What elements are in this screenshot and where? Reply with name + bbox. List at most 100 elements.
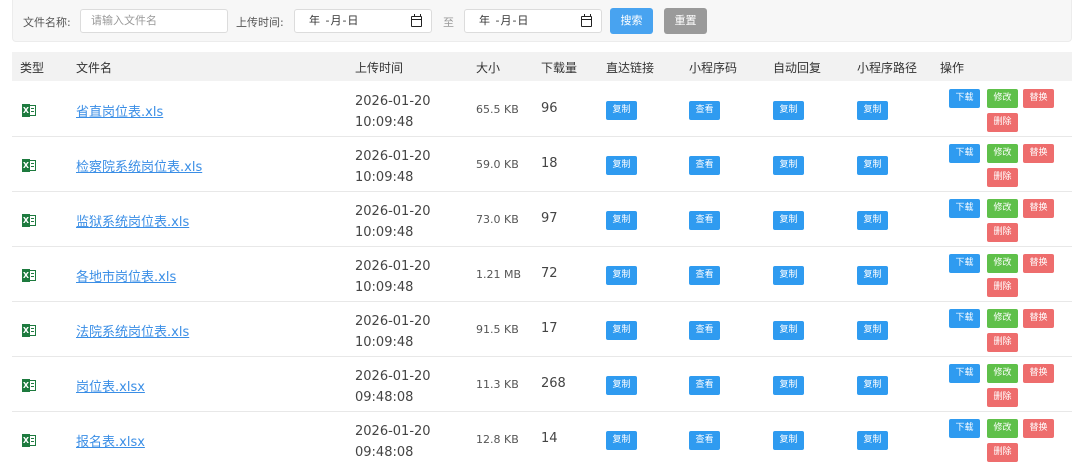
file-size: 12.8 KB xyxy=(476,433,519,446)
copy-direct-link-button[interactable]: 复制 xyxy=(606,376,637,395)
view-miniprogram-code-button[interactable]: 查看 xyxy=(689,156,720,175)
download-count: 97 xyxy=(541,211,558,226)
copy-auto-reply-button[interactable]: 复制 xyxy=(773,211,804,230)
delete-button[interactable]: 删除 xyxy=(987,388,1018,407)
edit-button[interactable]: 修改 xyxy=(987,199,1018,218)
excel-icon: X xyxy=(22,214,36,227)
delete-button[interactable]: 删除 xyxy=(987,113,1018,132)
table-row: X 各地市岗位表.xls 2026-01-20 10:09:48 1.21 MB… xyxy=(12,247,1072,302)
download-count: 72 xyxy=(541,266,558,281)
replace-button[interactable]: 替换 xyxy=(1023,144,1054,163)
reset-button[interactable]: 重置 xyxy=(664,8,707,34)
date-from-input[interactable]: 年 -月-日 xyxy=(294,9,432,33)
copy-auto-reply-button[interactable]: 复制 xyxy=(773,376,804,395)
delete-button[interactable]: 删除 xyxy=(987,333,1018,352)
upload-date: 2026-01-20 xyxy=(355,424,431,439)
upload-date: 2026-01-20 xyxy=(355,204,431,219)
copy-direct-link-button[interactable]: 复制 xyxy=(606,321,637,340)
file-name-link[interactable]: 监狱系统岗位表.xls xyxy=(76,211,189,230)
view-miniprogram-code-button[interactable]: 查看 xyxy=(689,321,720,340)
download-button[interactable]: 下载 xyxy=(949,419,980,438)
copy-auto-reply-button[interactable]: 复制 xyxy=(773,266,804,285)
copy-miniprogram-path-button[interactable]: 复制 xyxy=(857,266,888,285)
upload-time: 2026-01-20 10:09:48 xyxy=(355,256,431,298)
download-count: 17 xyxy=(541,321,558,336)
copy-miniprogram-path-button[interactable]: 复制 xyxy=(857,376,888,395)
file-size: 65.5 KB xyxy=(476,103,519,116)
edit-button[interactable]: 修改 xyxy=(987,89,1018,108)
filename-search-input[interactable]: 请输入文件名 xyxy=(80,9,228,33)
download-button[interactable]: 下载 xyxy=(949,144,980,163)
date-from-text: 年 -月-日 xyxy=(309,14,360,27)
copy-miniprogram-path-button[interactable]: 复制 xyxy=(857,321,888,340)
column-header-miniprogram-path: 小程序路径 xyxy=(857,61,918,75)
download-button[interactable]: 下载 xyxy=(949,89,980,108)
replace-button[interactable]: 替换 xyxy=(1023,309,1054,328)
upload-date: 2026-01-20 xyxy=(355,149,431,164)
delete-button[interactable]: 删除 xyxy=(987,443,1018,462)
replace-button[interactable]: 替换 xyxy=(1023,89,1054,108)
table-row: X 省直岗位表.xls 2026-01-20 10:09:48 65.5 KB … xyxy=(12,82,1072,137)
download-button[interactable]: 下载 xyxy=(949,199,980,218)
file-name-link[interactable]: 岗位表.xlsx xyxy=(76,376,145,395)
excel-icon: X xyxy=(22,434,36,447)
edit-button[interactable]: 修改 xyxy=(987,364,1018,383)
edit-button[interactable]: 修改 xyxy=(987,309,1018,328)
excel-icon: X xyxy=(22,269,36,282)
upload-clock: 10:09:48 xyxy=(355,170,414,185)
copy-direct-link-button[interactable]: 复制 xyxy=(606,101,637,120)
replace-button[interactable]: 替换 xyxy=(1023,419,1054,438)
copy-miniprogram-path-button[interactable]: 复制 xyxy=(857,431,888,450)
column-header-direct-link: 直达链接 xyxy=(606,61,655,75)
excel-icon: X xyxy=(22,379,36,392)
view-miniprogram-code-button[interactable]: 查看 xyxy=(689,101,720,120)
filename-label: 文件名称: xyxy=(23,16,71,29)
delete-button[interactable]: 删除 xyxy=(987,278,1018,297)
file-name-link[interactable]: 检察院系统岗位表.xls xyxy=(76,156,202,175)
view-miniprogram-code-button[interactable]: 查看 xyxy=(689,431,720,450)
upload-clock: 09:48:08 xyxy=(355,445,414,460)
copy-miniprogram-path-button[interactable]: 复制 xyxy=(857,101,888,120)
file-name-link[interactable]: 各地市岗位表.xls xyxy=(76,266,176,285)
delete-button[interactable]: 删除 xyxy=(987,168,1018,187)
file-name-link[interactable]: 省直岗位表.xls xyxy=(76,101,163,120)
view-miniprogram-code-button[interactable]: 查看 xyxy=(689,266,720,285)
date-to-input[interactable]: 年 -月-日 xyxy=(464,9,602,33)
file-size: 91.5 KB xyxy=(476,323,519,336)
copy-auto-reply-button[interactable]: 复制 xyxy=(773,431,804,450)
edit-button[interactable]: 修改 xyxy=(987,254,1018,273)
download-button[interactable]: 下载 xyxy=(949,309,980,328)
table-row: X 检察院系统岗位表.xls 2026-01-20 10:09:48 59.0 … xyxy=(12,137,1072,192)
copy-auto-reply-button[interactable]: 复制 xyxy=(773,156,804,175)
upload-date: 2026-01-20 xyxy=(355,314,431,329)
download-button[interactable]: 下载 xyxy=(949,364,980,383)
edit-button[interactable]: 修改 xyxy=(987,419,1018,438)
file-size: 73.0 KB xyxy=(476,213,519,226)
copy-miniprogram-path-button[interactable]: 复制 xyxy=(857,211,888,230)
copy-direct-link-button[interactable]: 复制 xyxy=(606,266,637,285)
upload-time-label: 上传时间: xyxy=(236,16,284,29)
copy-direct-link-button[interactable]: 复制 xyxy=(606,431,637,450)
calendar-icon[interactable] xyxy=(411,14,422,27)
upload-clock: 10:09:48 xyxy=(355,280,414,295)
file-name-link[interactable]: 报名表.xlsx xyxy=(76,431,145,450)
calendar-icon[interactable] xyxy=(581,14,592,27)
copy-direct-link-button[interactable]: 复制 xyxy=(606,211,637,230)
delete-button[interactable]: 删除 xyxy=(987,223,1018,242)
view-miniprogram-code-button[interactable]: 查看 xyxy=(689,211,720,230)
replace-button[interactable]: 替换 xyxy=(1023,364,1054,383)
copy-direct-link-button[interactable]: 复制 xyxy=(606,156,637,175)
upload-time: 2026-01-20 10:09:48 xyxy=(355,91,431,133)
excel-icon: X xyxy=(22,324,36,337)
download-button[interactable]: 下载 xyxy=(949,254,980,273)
copy-miniprogram-path-button[interactable]: 复制 xyxy=(857,156,888,175)
view-miniprogram-code-button[interactable]: 查看 xyxy=(689,376,720,395)
replace-button[interactable]: 替换 xyxy=(1023,199,1054,218)
upload-time: 2026-01-20 10:09:48 xyxy=(355,146,431,188)
replace-button[interactable]: 替换 xyxy=(1023,254,1054,273)
search-button[interactable]: 搜索 xyxy=(610,8,653,34)
file-name-link[interactable]: 法院系统岗位表.xls xyxy=(76,321,189,340)
copy-auto-reply-button[interactable]: 复制 xyxy=(773,321,804,340)
edit-button[interactable]: 修改 xyxy=(987,144,1018,163)
copy-auto-reply-button[interactable]: 复制 xyxy=(773,101,804,120)
